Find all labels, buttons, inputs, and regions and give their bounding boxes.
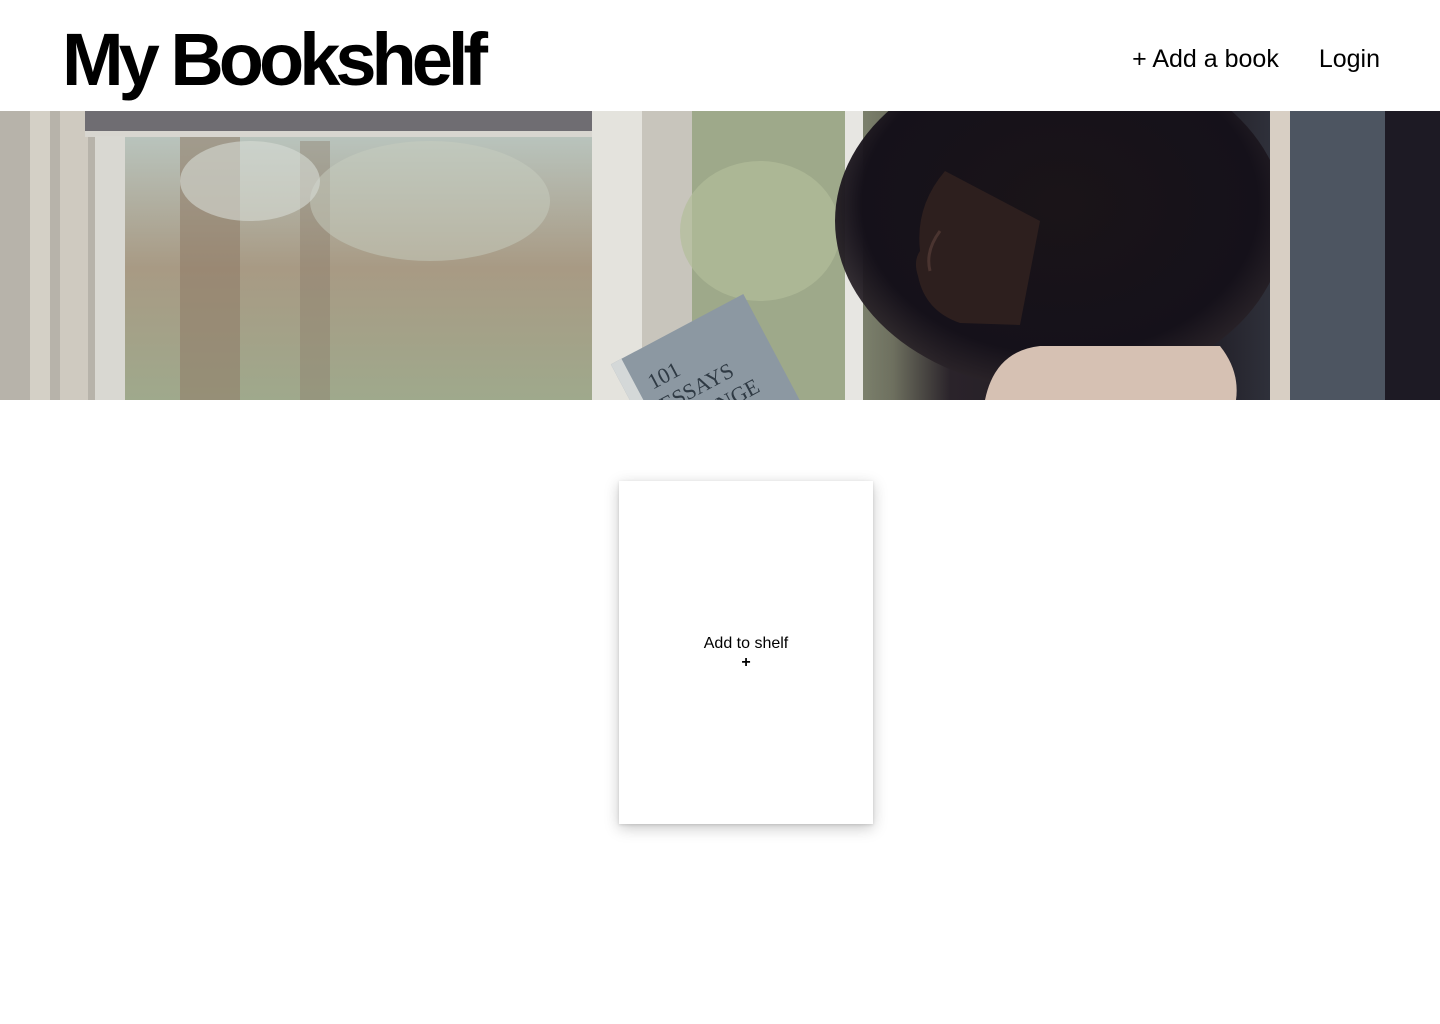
add-to-shelf-label: Add to shelf bbox=[703, 634, 789, 652]
hero-banner-image: 101 ESSAYS NGE bbox=[0, 111, 1440, 400]
site-logo-title[interactable]: My Bookshelf bbox=[62, 18, 488, 102]
main-nav: + Add a book Login bbox=[1132, 42, 1380, 76]
hero-illustration: 101 ESSAYS NGE bbox=[0, 111, 1440, 400]
add-book-link[interactable]: + Add a book bbox=[1132, 42, 1279, 76]
plus-icon: + bbox=[741, 653, 751, 671]
add-to-shelf-card[interactable]: Add to shelf + bbox=[619, 481, 873, 824]
site-header: My Bookshelf + Add a book Login bbox=[0, 0, 1440, 111]
login-link[interactable]: Login bbox=[1319, 42, 1380, 76]
